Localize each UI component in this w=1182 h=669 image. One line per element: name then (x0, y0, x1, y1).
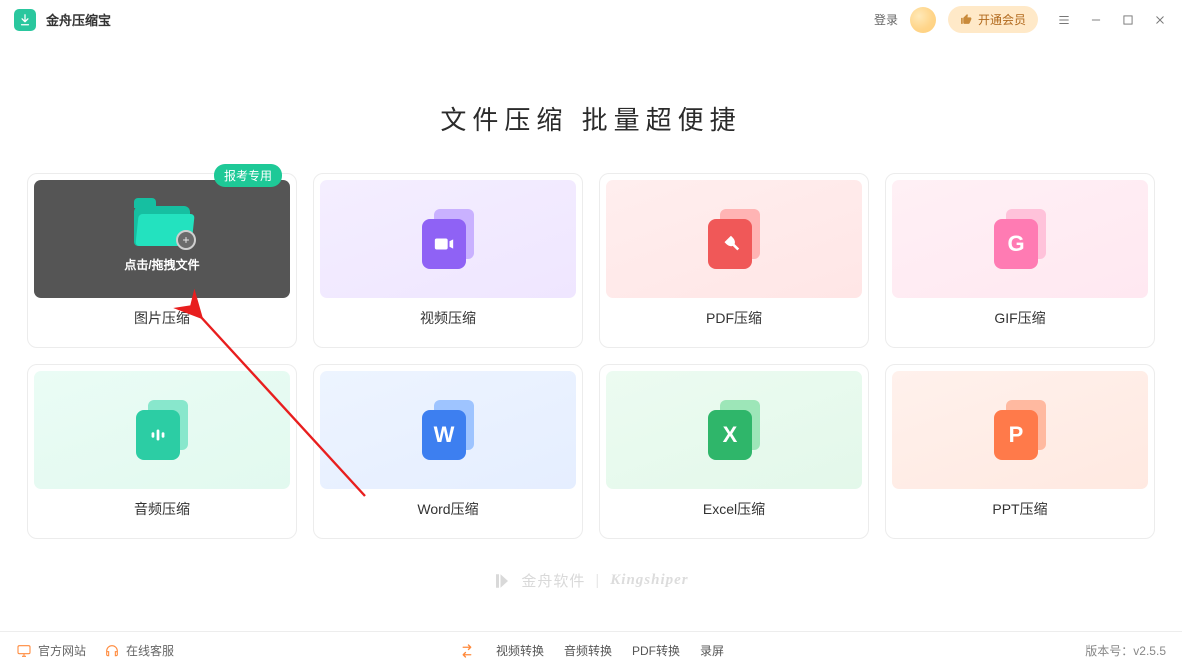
excel-file-icon: X (704, 400, 764, 460)
page-headline: 文件压缩 批量超便捷 (0, 100, 1182, 137)
brand-company: 金舟软件 (521, 570, 585, 591)
screen-record-link[interactable]: 录屏 (700, 642, 724, 659)
image-compress-dropzone[interactable]: 点击/拖拽文件 (34, 180, 290, 298)
ppt-file-icon: P (990, 400, 1050, 460)
bottombar: 官方网站 在线客服 视频转换 音频转换 PDF转换 录屏 版本号：v2.5.5 (0, 631, 1182, 669)
dropzone-text: 点击/拖拽文件 (124, 256, 199, 273)
official-site-link[interactable]: 官方网站 (16, 642, 86, 659)
brand-separator: | (595, 572, 600, 589)
card-label: 音频压缩 (134, 499, 190, 519)
main-content: 文件压缩 批量超便捷 报考专用 点击/拖拽文件 图片压缩 (0, 40, 1182, 539)
card-audio-compress[interactable]: 音频压缩 (27, 364, 297, 539)
folder-add-icon (134, 206, 190, 246)
gif-file-icon: G (990, 209, 1050, 269)
version-label: 版本号：v2.5.5 (1085, 642, 1166, 659)
card-ppt-compress[interactable]: P PPT压缩 (885, 364, 1155, 539)
convert-icon (458, 642, 476, 660)
headset-icon (104, 643, 120, 659)
menu-icon[interactable] (1056, 12, 1072, 28)
brand-footer: 金舟软件 | Kingshiper (0, 570, 1182, 591)
card-pdf-compress[interactable]: PDF压缩 (599, 173, 869, 348)
avatar[interactable] (910, 7, 936, 33)
vip-button[interactable]: 开通会员 (948, 6, 1038, 33)
pdf-convert-link[interactable]: PDF转换 (632, 642, 680, 659)
video-convert-link[interactable]: 视频转换 (496, 642, 544, 659)
card-label: GIF压缩 (994, 308, 1045, 328)
card-label: PDF压缩 (706, 308, 762, 328)
online-service-label: 在线客服 (126, 642, 174, 659)
close-icon[interactable] (1152, 12, 1168, 28)
app-logo-icon (14, 9, 36, 31)
card-excel-compress[interactable]: X Excel压缩 (599, 364, 869, 539)
card-label: Word压缩 (417, 499, 478, 519)
thumbs-up-icon (960, 13, 973, 26)
audio-file-icon (132, 400, 192, 460)
word-file-icon: W (418, 400, 478, 460)
card-image-compress[interactable]: 报考专用 点击/拖拽文件 图片压缩 (27, 173, 297, 348)
video-file-icon (418, 209, 478, 269)
app-title: 金舟压缩宝 (46, 10, 111, 29)
minimize-icon[interactable] (1088, 12, 1104, 28)
brand-logo-icon (493, 572, 511, 590)
official-site-label: 官方网站 (38, 642, 86, 659)
card-label: 图片压缩 (134, 308, 190, 328)
audio-convert-link[interactable]: 音频转换 (564, 642, 612, 659)
monitor-icon (16, 643, 32, 659)
badge-exam: 报考专用 (214, 164, 282, 187)
vip-button-label: 开通会员 (978, 11, 1026, 28)
feature-grid: 报考专用 点击/拖拽文件 图片压缩 视频压缩 (0, 173, 1182, 539)
maximize-icon[interactable] (1120, 12, 1136, 28)
brand-latin: Kingshiper (610, 572, 688, 589)
online-service-link[interactable]: 在线客服 (104, 642, 174, 659)
card-video-compress[interactable]: 视频压缩 (313, 173, 583, 348)
card-gif-compress[interactable]: G GIF压缩 (885, 173, 1155, 348)
card-label: Excel压缩 (703, 499, 765, 519)
card-label: 视频压缩 (420, 308, 476, 328)
pdf-file-icon (704, 209, 764, 269)
card-label: PPT压缩 (992, 499, 1047, 519)
card-word-compress[interactable]: W Word压缩 (313, 364, 583, 539)
login-link[interactable]: 登录 (874, 11, 898, 28)
titlebar: 金舟压缩宝 登录 开通会员 (0, 0, 1182, 40)
